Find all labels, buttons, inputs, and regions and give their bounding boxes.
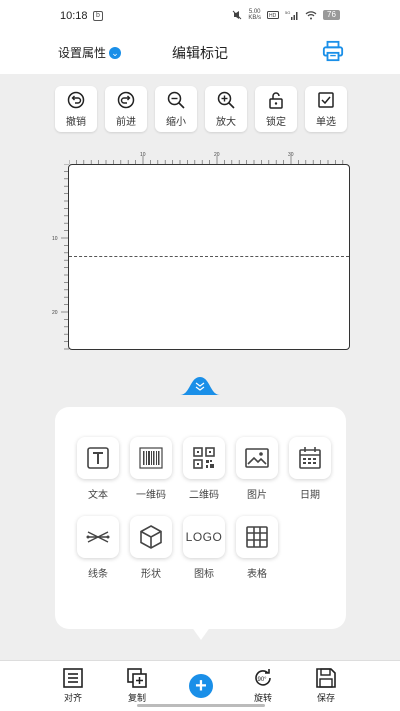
add-element-button[interactable]: + xyxy=(189,674,213,698)
calendar-icon xyxy=(299,447,321,469)
element-tile[interactable] xyxy=(130,437,172,479)
undo-button[interactable]: 撤销 xyxy=(55,86,97,132)
home-indicator xyxy=(137,704,265,707)
center-guide-line xyxy=(69,256,349,257)
align-icon xyxy=(63,668,83,688)
redo-icon xyxy=(117,91,135,109)
rotate-label: 旋转 xyxy=(253,693,272,703)
element-tile[interactable] xyxy=(289,437,331,479)
element-table[interactable]: 表格 xyxy=(231,516,283,580)
single-select-label: 单选 xyxy=(316,117,336,128)
element-tile[interactable] xyxy=(77,437,119,479)
copy-button[interactable]: 复制 xyxy=(117,667,157,704)
network-speed: 5.00 KB/s xyxy=(248,9,261,21)
panel-pointer xyxy=(191,626,211,640)
element-barcode[interactable]: 一维码 xyxy=(125,437,177,501)
element-tile[interactable] xyxy=(183,437,225,479)
element-label: 图片 xyxy=(247,490,267,501)
label-paper[interactable] xyxy=(68,164,350,350)
element-tile[interactable]: LOGO xyxy=(183,516,225,558)
svg-text:HD: HD xyxy=(269,13,277,19)
svg-text:5G: 5G xyxy=(285,10,290,15)
redo-label: 前进 xyxy=(116,117,136,128)
align-button[interactable]: 对齐 xyxy=(53,667,93,704)
image-icon xyxy=(245,448,269,468)
zoom-out-icon xyxy=(167,91,185,109)
edit-toolbar: 撤销 前进 缩小 放大 锁定 单选 xyxy=(55,86,347,132)
element-tile[interactable] xyxy=(130,516,172,558)
battery-icon: 76 xyxy=(323,10,340,20)
single-select-button[interactable]: 单选 xyxy=(305,86,347,132)
element-label: 二维码 xyxy=(189,490,219,501)
collapse-panel-button[interactable] xyxy=(180,375,220,395)
zoom-out-label: 缩小 xyxy=(166,117,186,128)
element-shape[interactable]: 形状 xyxy=(125,516,177,580)
status-icons: 5.00 KB/s HD 5G 76 xyxy=(232,9,340,21)
element-label: 表格 xyxy=(247,569,267,580)
element-logo[interactable]: LOGO 图标 xyxy=(178,516,230,580)
element-label: 日期 xyxy=(300,490,320,501)
logo-icon: LOGO xyxy=(185,530,223,544)
zoom-out-button[interactable]: 缩小 xyxy=(155,86,197,132)
element-tile[interactable] xyxy=(236,437,278,479)
mute-icon xyxy=(232,10,242,20)
element-line[interactable]: 线条 xyxy=(72,516,124,580)
element-tile[interactable] xyxy=(77,516,119,558)
header: 设置属性 ⌄ 编辑标记 xyxy=(0,32,400,74)
status-time: 10:18 xyxy=(60,10,88,22)
checkbox-icon xyxy=(318,92,334,108)
ruler-left-label: 20 xyxy=(52,310,58,316)
redo-button[interactable]: 前进 xyxy=(105,86,147,132)
lock-icon xyxy=(269,92,283,109)
hd-icon: HD xyxy=(267,11,279,19)
lock-label: 锁定 xyxy=(266,117,286,128)
zoom-in-label: 放大 xyxy=(216,117,236,128)
element-text[interactable]: 文本 xyxy=(72,437,124,501)
status-bar: 10:18 b 5.00 KB/s HD 5G 76 xyxy=(0,0,400,32)
lock-button[interactable]: 锁定 xyxy=(255,86,297,132)
element-label: 一维码 xyxy=(136,490,166,501)
notification-app-icon: b xyxy=(93,11,103,21)
wifi-icon xyxy=(305,11,317,20)
align-label: 对齐 xyxy=(63,693,82,703)
line-icon xyxy=(86,531,110,543)
element-date[interactable]: 日期 xyxy=(284,437,336,501)
barcode-icon xyxy=(139,447,163,469)
qrcode-icon xyxy=(193,447,215,469)
printer-icon[interactable] xyxy=(322,40,344,62)
rotate-button[interactable]: 90° 旋转 xyxy=(243,667,283,704)
undo-icon xyxy=(67,91,85,109)
element-label: 线条 xyxy=(88,569,108,580)
signal-icon: 5G xyxy=(285,10,298,20)
element-qrcode[interactable]: 二维码 xyxy=(178,437,230,501)
element-tile[interactable] xyxy=(236,516,278,558)
copy-icon xyxy=(127,668,147,688)
text-icon xyxy=(87,447,109,469)
rotate-badge: 90° xyxy=(258,677,268,683)
ruler-top: 10 20 30 xyxy=(69,152,344,164)
ruler-left-label: 10 xyxy=(52,236,58,242)
undo-label: 撤销 xyxy=(66,117,86,128)
ruler-top-label: 30 xyxy=(288,152,294,158)
insert-elements-panel: 文本 一维码 二维码 图片 日期 线条 形状 LOGO 图标 表格 xyxy=(55,407,346,629)
ruler-top-label: 10 xyxy=(140,152,146,158)
ruler-left: 10 20 xyxy=(52,164,69,350)
zoom-in-button[interactable]: 放大 xyxy=(205,86,247,132)
add-icon: + xyxy=(195,675,207,697)
copy-label: 复制 xyxy=(127,693,146,703)
element-image[interactable]: 图片 xyxy=(231,437,283,501)
ruler-top-label: 20 xyxy=(214,152,220,158)
rotate-icon: 90° xyxy=(255,669,271,686)
save-button[interactable]: 保存 xyxy=(306,667,346,704)
label-canvas-area: 10 20 30 10 20 xyxy=(52,150,352,355)
element-label: 文本 xyxy=(88,490,108,501)
elements-grid: 文本 一维码 二维码 图片 日期 线条 形状 LOGO 图标 表格 xyxy=(72,437,336,580)
save-icon xyxy=(316,668,336,688)
shape-icon xyxy=(140,525,162,549)
save-label: 保存 xyxy=(316,693,335,703)
zoom-in-icon xyxy=(217,91,235,109)
table-icon xyxy=(246,526,268,548)
element-label: 形状 xyxy=(141,569,161,580)
element-label: 图标 xyxy=(194,569,214,580)
